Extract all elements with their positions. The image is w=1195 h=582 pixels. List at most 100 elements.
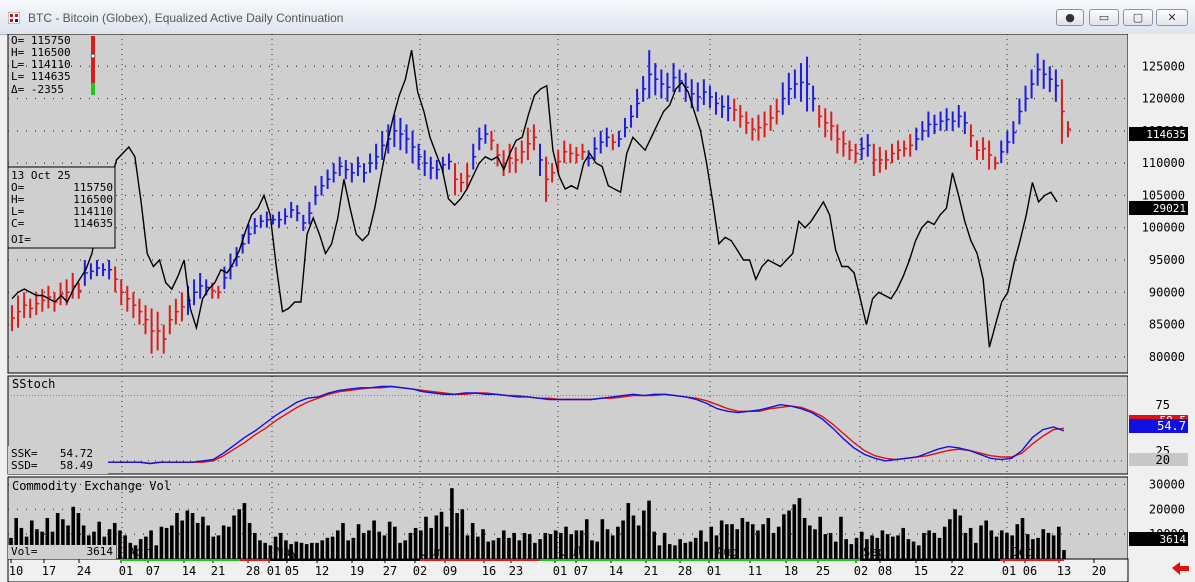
volume-bar (906, 539, 911, 559)
month-label: Jun (422, 545, 444, 559)
range-bar-up (91, 83, 95, 95)
volume-bar (673, 545, 677, 559)
volume-bar (844, 539, 848, 559)
date-tick-label: 20 (1092, 564, 1106, 578)
date-tick-label: 28 (246, 564, 260, 578)
volume-bar (123, 535, 127, 559)
volume-bar (507, 537, 511, 559)
volume-bar (501, 530, 506, 559)
date-tick-label: 21 (211, 564, 225, 578)
date-tick-label: 05 (285, 564, 299, 578)
volume-bar (683, 542, 688, 559)
volume-bar (496, 537, 501, 559)
date-axis-strip (1000, 559, 1064, 561)
month-label: Apr (128, 545, 150, 559)
scroll-left-arrow-icon[interactable] (1172, 562, 1189, 575)
volume-bar (937, 537, 942, 559)
volume-bar (916, 545, 921, 559)
volume-bar (756, 530, 760, 559)
month-label: May (276, 545, 298, 559)
date-tick-label: 25 (816, 564, 830, 578)
volume-bar (891, 536, 895, 559)
window-titlebar: BTC - Bitcoin (Globex), Equalized Active… (0, 0, 1195, 35)
volume-bar (159, 526, 164, 559)
ohlc-line-delta: Δ= -2355 (11, 83, 64, 96)
date-tick-label: 10 (9, 564, 23, 578)
volume-bar (750, 524, 755, 559)
volume-tick-label: 20000 (1149, 502, 1185, 516)
volume-bar (315, 542, 319, 559)
date-tick-label: 24 (77, 564, 91, 578)
volume-bar (802, 518, 807, 559)
volume-bar (901, 527, 905, 559)
volume-bar (481, 529, 485, 559)
volume-bar (610, 535, 615, 559)
ohlc-line-last: L= 114635 (11, 70, 71, 83)
volume-bar (636, 525, 641, 559)
ssd-label: SSD= (11, 459, 38, 472)
volume-bar (237, 509, 242, 559)
volume-bar (268, 545, 273, 559)
volume-bar (382, 535, 387, 559)
minimize-button[interactable]: ▭ (1089, 9, 1119, 26)
volume-bar (662, 532, 667, 559)
volume-bar (367, 530, 371, 559)
volume-bar (195, 522, 200, 559)
volume-bar (704, 541, 708, 559)
price-tick-label: 95000 (1149, 253, 1185, 267)
volume-bar (1041, 529, 1046, 559)
volume-bar (372, 520, 376, 559)
date-tick-label: 27 (383, 564, 397, 578)
volume-bar (149, 530, 153, 559)
volume-bar (823, 534, 828, 559)
date-axis-strip (420, 559, 540, 561)
volume-bar (361, 532, 366, 559)
date-tick-label: 16 (482, 564, 496, 578)
volume-bar (740, 518, 745, 559)
volume-bar (548, 534, 553, 559)
date-tick-label: 09 (443, 564, 457, 578)
volume-bar (818, 516, 823, 559)
month-label: Aug (716, 545, 738, 559)
volume-bar (247, 522, 252, 559)
volume-bar (994, 536, 999, 559)
volume-bar (652, 531, 657, 559)
date-axis-strip (240, 559, 270, 561)
volume-bar (1036, 537, 1040, 559)
date-tick-label: 18 (784, 564, 798, 578)
volume-bar (408, 532, 413, 559)
volume-bar (185, 510, 190, 559)
volume-bar (258, 540, 262, 559)
date-tick-label: 17 (42, 564, 56, 578)
volume-bar (232, 515, 236, 559)
volume-bar (351, 537, 356, 559)
volume-bar (543, 532, 548, 559)
volume-bar (330, 536, 335, 559)
volume-bar (393, 526, 397, 559)
date-tick-label: 06 (1023, 564, 1037, 578)
volume-bar (522, 532, 527, 559)
date-tick-label: 14 (182, 564, 196, 578)
volume-bar (299, 542, 304, 559)
volume-bar (527, 534, 532, 559)
close-button[interactable]: ✕ (1156, 9, 1188, 26)
record-button[interactable]: ● (1056, 9, 1084, 26)
date-tick-label: 14 (609, 564, 623, 578)
volume-bar (595, 541, 599, 559)
date-tick-label: 28 (678, 564, 692, 578)
volume-bar (263, 542, 267, 559)
volume-bar (170, 525, 174, 559)
volume-bar (621, 520, 625, 559)
volume-bar (252, 532, 257, 559)
volume-bar (999, 530, 1004, 559)
date-tick-label: 01 (707, 564, 721, 578)
volume-bar (647, 500, 651, 559)
stoch-panel (7, 375, 1129, 475)
volume-bar (377, 531, 382, 559)
restore-button[interactable]: ▢ (1123, 9, 1153, 26)
volume-bar (688, 541, 693, 559)
volume-bar (709, 526, 714, 559)
volume-bar (584, 519, 589, 559)
volume-bar (605, 529, 610, 559)
volume-bar (533, 542, 537, 559)
